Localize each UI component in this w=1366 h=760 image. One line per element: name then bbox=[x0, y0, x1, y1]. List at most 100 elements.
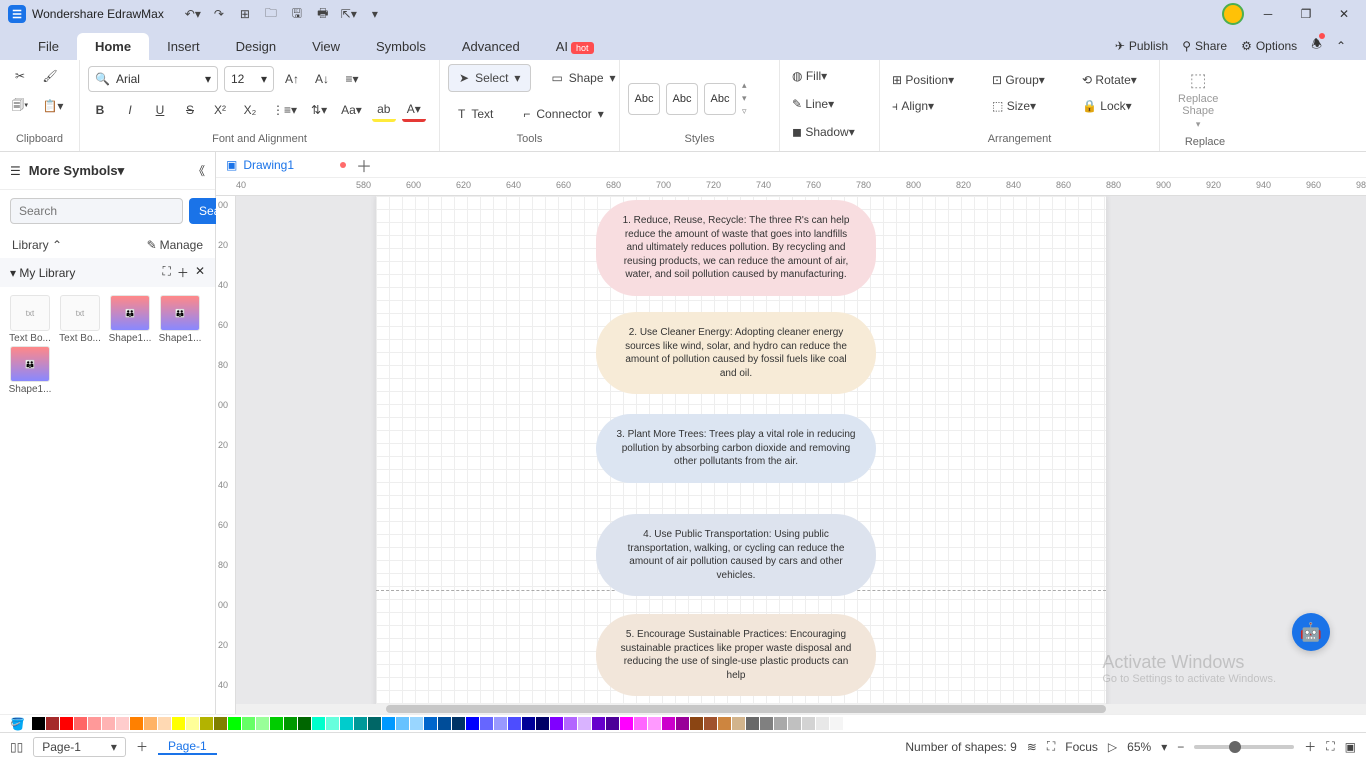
format-painter-icon[interactable]: 🖌 bbox=[38, 64, 62, 88]
paint-bucket-icon[interactable]: 🪣 bbox=[10, 717, 25, 731]
add-doc-tab[interactable]: ＋ bbox=[356, 153, 372, 177]
collapse-ribbon[interactable]: ⌃ bbox=[1336, 39, 1346, 53]
underline-icon[interactable]: U bbox=[148, 98, 172, 122]
color-swatch[interactable] bbox=[424, 717, 437, 730]
color-swatch[interactable] bbox=[508, 717, 521, 730]
fullscreen-icon[interactable]: ▣ bbox=[1345, 740, 1356, 754]
color-swatch[interactable] bbox=[242, 717, 255, 730]
focus-frame-icon[interactable]: ⛶ bbox=[1047, 739, 1055, 754]
maximize-button[interactable]: ❐ bbox=[1292, 5, 1320, 23]
color-swatch[interactable] bbox=[620, 717, 633, 730]
color-swatch[interactable] bbox=[60, 717, 73, 730]
color-swatch[interactable] bbox=[648, 717, 661, 730]
shape-bubble-4[interactable]: 4. Use Public Transportation: Using publ… bbox=[596, 514, 876, 596]
color-swatch[interactable] bbox=[830, 717, 843, 730]
color-swatch[interactable] bbox=[88, 717, 101, 730]
tab-view[interactable]: View bbox=[294, 33, 358, 60]
tab-symbols[interactable]: Symbols bbox=[358, 33, 444, 60]
library-shape[interactable]: txtText Bo... bbox=[6, 295, 54, 344]
redo-icon[interactable]: ↷ bbox=[210, 5, 228, 23]
rotate-button[interactable]: ⟲ Rotate▾ bbox=[1078, 68, 1148, 92]
color-swatch[interactable] bbox=[130, 717, 143, 730]
symbol-search-input[interactable] bbox=[10, 198, 183, 224]
subscript-icon[interactable]: X₂ bbox=[238, 98, 262, 122]
shape-bubble-1[interactable]: 1. Reduce, Reuse, Recycle: The three R's… bbox=[596, 200, 876, 296]
increase-font-icon[interactable]: A↑ bbox=[280, 66, 304, 92]
font-select[interactable]: 🔍Arial▾ bbox=[88, 66, 218, 92]
color-swatch[interactable] bbox=[466, 717, 479, 730]
zoom-out-button[interactable]: − bbox=[1177, 740, 1184, 754]
color-swatch[interactable] bbox=[788, 717, 801, 730]
color-swatch[interactable] bbox=[802, 717, 815, 730]
color-swatch[interactable] bbox=[326, 717, 339, 730]
print-icon[interactable]: 🖶 bbox=[314, 5, 332, 23]
text-tool[interactable]: TText bbox=[448, 100, 503, 128]
color-swatch[interactable] bbox=[102, 717, 115, 730]
notifications-button[interactable]: 🕭 bbox=[1311, 35, 1322, 56]
focus-label[interactable]: Focus bbox=[1065, 740, 1098, 754]
color-swatch[interactable] bbox=[284, 717, 297, 730]
color-swatch[interactable] bbox=[746, 717, 759, 730]
align-icon[interactable]: ≡▾ bbox=[340, 66, 364, 92]
page-tab[interactable]: Page-1 bbox=[158, 739, 217, 755]
doc-tab-drawing1[interactable]: ▣ Drawing1 bbox=[226, 158, 346, 172]
new-icon[interactable]: ⊞ bbox=[236, 5, 254, 23]
color-swatch[interactable] bbox=[844, 717, 857, 730]
qat-more-icon[interactable]: ▾ bbox=[366, 5, 384, 23]
size-button[interactable]: ⬚ Size▾ bbox=[988, 94, 1058, 118]
options-button[interactable]: ⚙Options bbox=[1241, 39, 1297, 53]
color-swatch[interactable] bbox=[340, 717, 353, 730]
color-swatch[interactable] bbox=[200, 717, 213, 730]
color-swatch[interactable] bbox=[522, 717, 535, 730]
color-swatch[interactable] bbox=[382, 717, 395, 730]
color-swatch[interactable] bbox=[270, 717, 283, 730]
present-icon[interactable]: ▷ bbox=[1108, 740, 1117, 754]
spacing-icon[interactable]: ⇅▾ bbox=[307, 98, 331, 122]
color-swatch[interactable] bbox=[354, 717, 367, 730]
close-button[interactable]: ✕ bbox=[1330, 5, 1358, 23]
group-button[interactable]: ⊡ Group▾ bbox=[988, 68, 1058, 92]
color-swatch[interactable] bbox=[760, 717, 773, 730]
color-swatch[interactable] bbox=[368, 717, 381, 730]
library-shape[interactable]: 👪Shape1... bbox=[6, 346, 54, 395]
bold-icon[interactable]: B bbox=[88, 98, 112, 122]
case-icon[interactable]: Aa▾ bbox=[337, 98, 366, 122]
tab-ai[interactable]: AIhot bbox=[538, 33, 612, 60]
color-swatch[interactable] bbox=[410, 717, 423, 730]
hamburger-icon[interactable]: ☰ bbox=[10, 164, 21, 178]
tab-file[interactable]: File bbox=[20, 33, 77, 60]
tab-design[interactable]: Design bbox=[218, 33, 294, 60]
page-selector[interactable]: Page-1▾ bbox=[33, 737, 126, 757]
shape-bubble-2[interactable]: 2. Use Cleaner Energy: Adopting cleaner … bbox=[596, 312, 876, 394]
shape-bubble-3[interactable]: 3. Plant More Trees: Trees play a vital … bbox=[596, 414, 876, 483]
color-swatch[interactable] bbox=[704, 717, 717, 730]
lib-expand-icon[interactable]: ⛶ bbox=[163, 264, 171, 281]
decrease-font-icon[interactable]: A↓ bbox=[310, 66, 334, 92]
color-swatch[interactable] bbox=[298, 717, 311, 730]
library-label[interactable]: Library ⌃ bbox=[12, 238, 62, 252]
manage-library-button[interactable]: ✎Manage bbox=[147, 238, 203, 252]
color-swatch[interactable] bbox=[550, 717, 563, 730]
publish-button[interactable]: ✈Publish bbox=[1115, 39, 1168, 53]
color-swatch[interactable] bbox=[592, 717, 605, 730]
tab-insert[interactable]: Insert bbox=[149, 33, 218, 60]
shape-tool[interactable]: ▭Shape▾ bbox=[541, 64, 625, 92]
style-preset-2[interactable]: Abc bbox=[666, 83, 698, 115]
color-swatch[interactable] bbox=[480, 717, 493, 730]
color-swatch[interactable] bbox=[676, 717, 689, 730]
shape-bubble-5[interactable]: 5. Encourage Sustainable Practices: Enco… bbox=[596, 614, 876, 696]
color-swatch[interactable] bbox=[396, 717, 409, 730]
library-shape[interactable]: 👪Shape1... bbox=[156, 295, 204, 344]
color-swatch[interactable] bbox=[144, 717, 157, 730]
user-avatar[interactable] bbox=[1222, 3, 1244, 25]
minimize-button[interactable]: ─ bbox=[1254, 5, 1282, 23]
lib-add-icon[interactable]: ＋ bbox=[177, 264, 189, 281]
color-swatch[interactable] bbox=[438, 717, 451, 730]
shadow-button[interactable]: ◼ Shadow▾ bbox=[788, 120, 859, 144]
color-swatch[interactable] bbox=[564, 717, 577, 730]
paste-icon[interactable]: 📋▾ bbox=[38, 94, 67, 118]
lib-close-icon[interactable]: ✕ bbox=[195, 264, 205, 281]
fit-page-icon[interactable]: ⛶ bbox=[1326, 739, 1334, 754]
tab-home[interactable]: Home bbox=[77, 33, 149, 60]
zoom-in-button[interactable]: ＋ bbox=[1304, 738, 1316, 755]
